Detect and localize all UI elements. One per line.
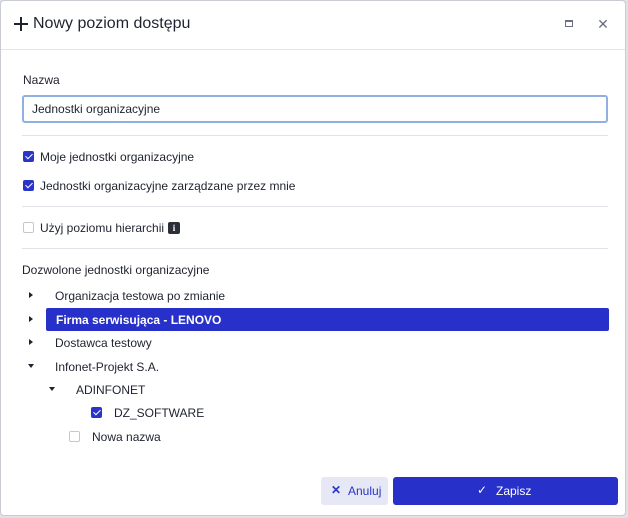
save-button[interactable]: ✓ Zapisz [393, 477, 618, 505]
dialog-header: Nowy poziom dostępu ✕ [1, 1, 625, 50]
my-units-label: Moje jednostki organizacyjne [40, 150, 195, 164]
tree-item-label[interactable]: ADINFONET [76, 383, 145, 397]
tree-item-label[interactable]: Nowa nazwa [92, 430, 161, 444]
expand-arrow-icon[interactable] [29, 292, 33, 298]
my-units-checkbox[interactable] [23, 151, 34, 162]
collapse-arrow-icon[interactable] [49, 387, 55, 391]
divider [22, 206, 608, 207]
tree-item-label[interactable]: Infonet-Projekt S.A. [55, 360, 159, 374]
collapse-arrow-icon[interactable] [28, 364, 34, 368]
divider [22, 135, 608, 136]
new-access-level-dialog: Nowy poziom dostępu ✕ Nazwa Moje jednost… [0, 0, 626, 516]
info-icon[interactable]: i [168, 222, 180, 234]
allowed-units-label: Dozwolone jednostki organizacyjne [22, 263, 210, 277]
maximize-icon[interactable] [565, 20, 573, 27]
hierarchy-level-label: Użyj poziomu hierarchii [40, 221, 165, 235]
check-icon: ✓ [477, 483, 488, 497]
tree-item-checkbox[interactable] [91, 407, 102, 418]
dialog-title: Nowy poziom dostępu [33, 15, 191, 32]
cancel-button-label: Anuluj [348, 484, 382, 498]
save-button-label: Zapisz [496, 484, 532, 498]
divider [22, 248, 608, 249]
close-icon: ✕ [331, 483, 342, 497]
close-icon[interactable]: ✕ [595, 16, 611, 32]
expand-arrow-icon[interactable] [29, 339, 33, 345]
name-label: Nazwa [23, 73, 60, 87]
plus-icon [13, 16, 29, 32]
tree-item-label[interactable]: DZ_SOFTWARE [114, 406, 204, 420]
cancel-button[interactable]: ✕ Anuluj [321, 477, 388, 505]
hierarchy-level-checkbox[interactable] [23, 222, 34, 233]
name-input[interactable] [22, 95, 608, 123]
expand-arrow-icon[interactable] [29, 316, 33, 322]
tree-item-label[interactable]: Organizacja testowa po zmianie [55, 289, 225, 303]
managed-units-checkbox[interactable] [23, 180, 34, 191]
tree-item-label[interactable]: Dostawca testowy [55, 336, 152, 350]
tree-item-label[interactable]: Firma serwisująca - LENOVO [56, 313, 221, 327]
tree-item-checkbox[interactable] [69, 431, 80, 442]
managed-units-label: Jednostki organizacyjne zarządzane przez… [40, 179, 296, 193]
